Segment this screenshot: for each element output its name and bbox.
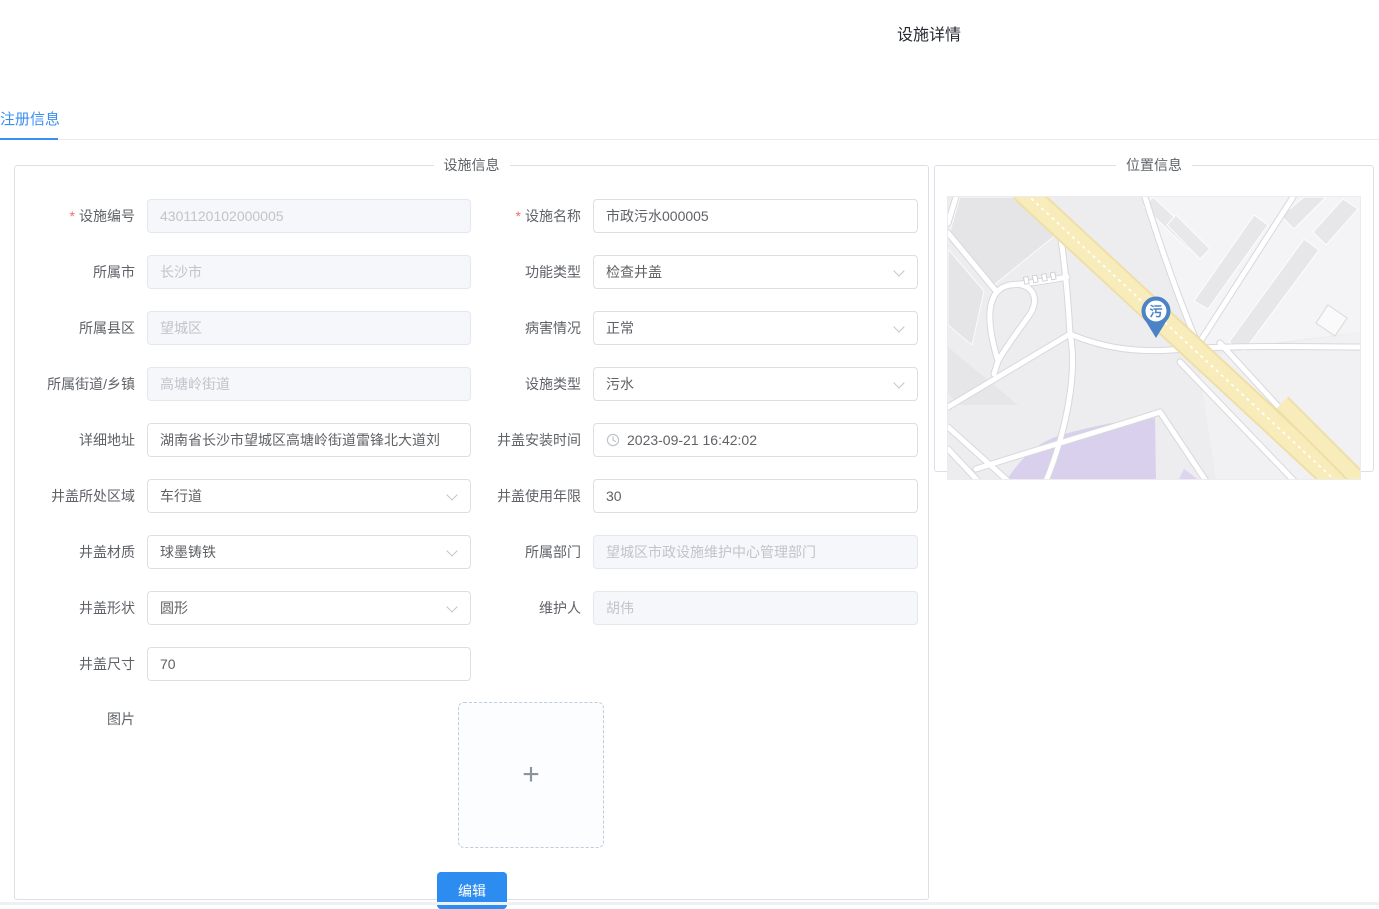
disease-status-label: 病害情况: [461, 311, 581, 345]
facility-type-select[interactable]: 污水: [593, 367, 918, 401]
county-label: 所属县区: [15, 311, 135, 345]
install-time-label: 井盖安装时间: [461, 423, 581, 457]
address-label: 详细地址: [15, 423, 135, 457]
field-row: 详细地址 井盖安装时间 2023-09-21 16:42:02: [15, 423, 928, 457]
required-marker: *: [516, 208, 521, 224]
chevron-down-icon: [893, 377, 904, 388]
facility-info-panel: 设施信息 *设施编号 *设施名称 所属市 功能类型 检查井盖 所属县区 病害情况…: [14, 155, 929, 900]
field-row: 井盖尺寸: [15, 647, 928, 681]
chevron-down-icon: [446, 601, 457, 612]
cover-material-select[interactable]: 球墨铸铁: [147, 535, 471, 569]
service-life-input[interactable]: [593, 479, 918, 513]
plus-icon: +: [522, 760, 540, 790]
chevron-down-icon: [446, 489, 457, 500]
field-row: 井盖形状 圆形 维护人: [15, 591, 928, 625]
chevron-down-icon: [893, 265, 904, 276]
cover-area-select[interactable]: 车行道: [147, 479, 471, 513]
facility-no-input: [147, 199, 471, 233]
department-label: 所属部门: [461, 535, 581, 569]
cover-size-label: 井盖尺寸: [15, 647, 135, 681]
tab-active-indicator: [0, 138, 58, 141]
maintainer-label: 维护人: [461, 591, 581, 625]
county-input: [147, 311, 471, 345]
map[interactable]: 污: [947, 196, 1361, 480]
department-input: [593, 535, 918, 569]
function-type-label: 功能类型: [461, 255, 581, 289]
address-input[interactable]: [147, 423, 471, 457]
field-row: *设施编号 *设施名称: [15, 199, 928, 233]
install-time-picker[interactable]: 2023-09-21 16:42:02: [593, 423, 918, 457]
facility-name-input[interactable]: [593, 199, 918, 233]
tab-divider: [0, 139, 1379, 141]
chevron-down-icon: [446, 545, 457, 556]
field-row: 所属街道/乡镇 设施类型 污水: [15, 367, 928, 401]
cover-area-label: 井盖所处区域: [15, 479, 135, 513]
location-info-panel: 位置信息: [934, 155, 1374, 472]
function-type-select[interactable]: 检查井盖: [593, 255, 918, 289]
field-row: 井盖所处区域 车行道 井盖使用年限: [15, 479, 928, 513]
field-row: 所属县区 病害情况 正常: [15, 311, 928, 345]
photo-label: 图片: [15, 702, 135, 736]
page-title: 设施详情: [897, 21, 961, 45]
facility-name-label: *设施名称: [461, 199, 581, 233]
clock-icon: [606, 433, 620, 447]
street-label: 所属街道/乡镇: [15, 367, 135, 401]
maintainer-input: [593, 591, 918, 625]
required-marker: *: [70, 208, 75, 224]
street-input: [147, 367, 471, 401]
photo-upload-box[interactable]: +: [458, 702, 604, 848]
chevron-down-icon: [893, 321, 904, 332]
facility-no-label: *设施编号: [15, 199, 135, 233]
facility-info-legend: 设施信息: [434, 155, 510, 175]
location-info-legend: 位置信息: [1116, 155, 1192, 175]
field-row: 井盖材质 球墨铸铁 所属部门: [15, 535, 928, 569]
city-label: 所属市: [15, 255, 135, 289]
cover-material-label: 井盖材质: [15, 535, 135, 569]
service-life-label: 井盖使用年限: [461, 479, 581, 513]
cover-shape-select[interactable]: 圆形: [147, 591, 471, 625]
map-pin-label: 污: [1149, 304, 1162, 319]
facility-type-label: 设施类型: [461, 367, 581, 401]
tab-register-info[interactable]: 注册信息: [0, 108, 60, 129]
map-canvas: 污: [948, 197, 1361, 480]
cover-size-input[interactable]: [147, 647, 471, 681]
city-input: [147, 255, 471, 289]
field-row: 所属市 功能类型 检查井盖: [15, 255, 928, 289]
disease-status-select[interactable]: 正常: [593, 311, 918, 345]
cover-shape-label: 井盖形状: [15, 591, 135, 625]
